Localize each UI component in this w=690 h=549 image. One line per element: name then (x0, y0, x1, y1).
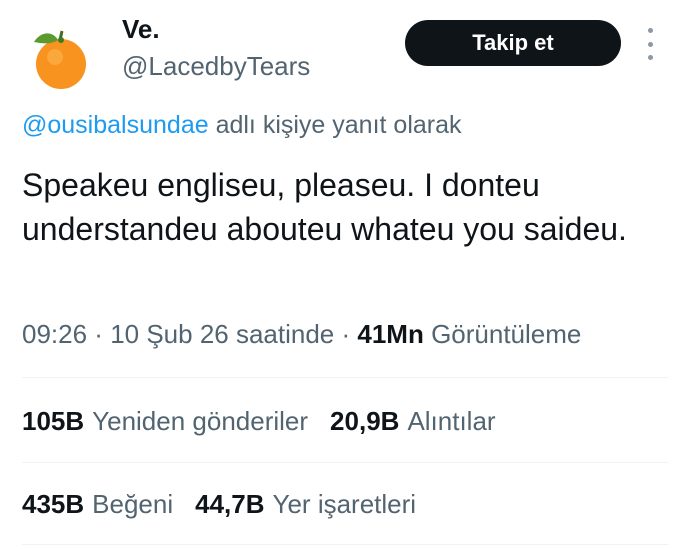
reposts-stat[interactable]: 105B Yeniden gönderiler (22, 406, 308, 437)
views-label: Görüntüleme (423, 319, 582, 349)
quotes-label: Alıntılar (407, 406, 496, 436)
avatar[interactable] (22, 18, 96, 92)
bookmarks-label: Yer işaretleri (272, 489, 417, 519)
quotes-count: 20,9B (330, 406, 400, 436)
bookmarks-count: 44,7B (195, 489, 265, 519)
tweet-meta: 09:26 · 10 Şub 26 saatinde · 41Mn Görünt… (22, 319, 581, 350)
follow-button[interactable]: Takip et (405, 20, 621, 66)
reposts-label: Yeniden gönderiler (92, 406, 309, 436)
meta-separator: · (87, 319, 111, 349)
tweet-date[interactable]: 10 Şub 26 saatinde (110, 319, 334, 349)
stats-row-likes-bookmarks: 435B Beğeni 44,7B Yer işaretleri (22, 489, 438, 520)
meta-separator: · (334, 319, 358, 349)
divider (22, 544, 668, 545)
stats-row-reposts-quotes: 105B Yeniden gönderiler 20,9B Alıntılar (22, 406, 518, 437)
tangerine-avatar-icon (22, 18, 96, 92)
more-vertical-icon[interactable] (640, 28, 660, 60)
divider (22, 462, 668, 463)
divider (22, 377, 668, 378)
views-count: 41Mn (357, 319, 424, 349)
likes-count: 435B (22, 489, 85, 519)
reply-suffix: adlı kişiye yanıt olarak (208, 111, 462, 139)
reply-context: @ousibalsundae adlı kişiye yanıt olarak (22, 111, 462, 140)
tweet-time[interactable]: 09:26 (22, 319, 87, 349)
likes-stat[interactable]: 435B Beğeni (22, 489, 173, 520)
quotes-stat[interactable]: 20,9B Alıntılar (330, 406, 496, 437)
reposts-count: 105B (22, 406, 85, 436)
reply-mention-link[interactable]: @ousibalsundae (22, 111, 209, 139)
author-display-name[interactable]: Ve. (122, 14, 160, 45)
tweet-text: Speakeu engliseu, pleaseu. I donteu unde… (22, 167, 627, 247)
likes-label: Beğeni (92, 489, 174, 519)
bookmarks-stat[interactable]: 44,7B Yer işaretleri (195, 489, 416, 520)
author-handle[interactable]: @LacedbyTears (122, 51, 310, 82)
